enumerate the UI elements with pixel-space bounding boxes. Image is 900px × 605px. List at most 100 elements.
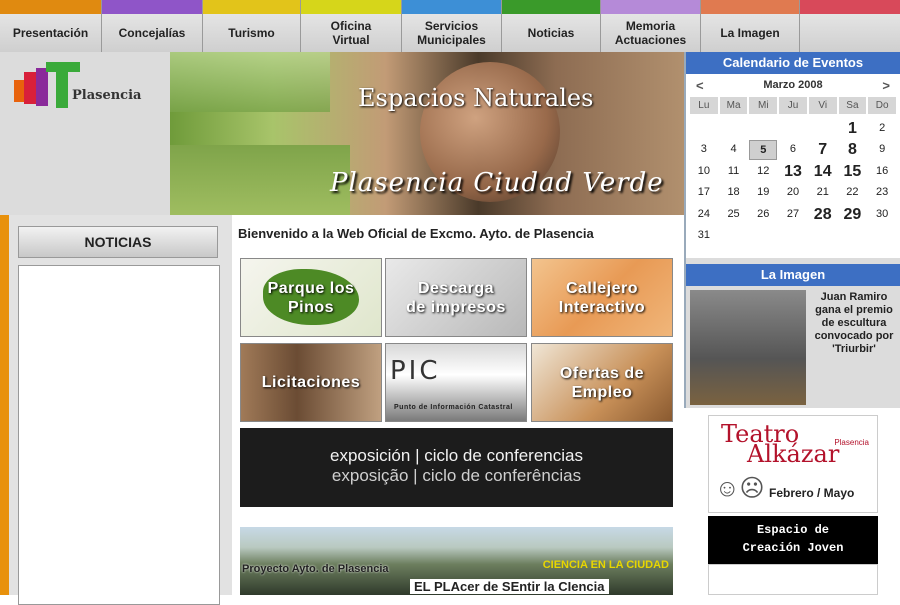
calendar-day[interactable]: 14	[809, 161, 837, 183]
calendar-day[interactable]: 2	[868, 118, 896, 140]
exposition-banner[interactable]: exposición | ciclo de conferencias expos…	[240, 428, 673, 507]
tile-descarga-impresos[interactable]: Descarga de impresos	[385, 258, 527, 337]
tile-licitaciones[interactable]: Licitaciones	[240, 343, 382, 422]
logo-text: Plasencia	[72, 88, 142, 103]
next-month-button[interactable]: >	[882, 78, 890, 93]
teatro-dates: Febrero / Mayo	[769, 486, 855, 500]
calendar-day[interactable]: 9	[868, 139, 896, 161]
ciencia-tag: CIENCIA EN LA CIUDAD	[542, 559, 669, 571]
nav-label: Noticias	[527, 26, 575, 40]
nav-color-bar	[102, 0, 202, 14]
calendar-month-bar: < Marzo 2008 >	[686, 74, 900, 96]
nav-item-turismo[interactable]: Turismo	[203, 0, 301, 52]
calendar-title: Calendario de Eventos	[686, 52, 900, 74]
calendar-day[interactable]: 13	[779, 161, 807, 183]
nav-label: Oficina Virtual	[330, 19, 372, 47]
logo[interactable]: Plasencia	[0, 52, 170, 215]
calendar-day[interactable]: 3	[690, 139, 718, 161]
banner-slogan: Plasencia Ciudad Verde	[330, 168, 664, 198]
logo-block-purple	[36, 68, 48, 106]
calendar-day[interactable]: 10	[690, 161, 718, 183]
nav-label: Presentación	[12, 26, 89, 40]
calendar-day[interactable]: 22	[839, 182, 867, 204]
calendar-day[interactable]: 7	[809, 139, 837, 161]
theater-masks-icon: ☺☹	[715, 475, 765, 502]
calendar-day[interactable]: 26	[749, 204, 777, 226]
la-imagen-panel: La Imagen Juan Ramiro gana el premio de …	[684, 258, 900, 408]
nav-color-bar	[701, 0, 799, 14]
ciencia-caption: Proyecto Ayto. de Plasencia	[242, 563, 389, 575]
calendar-day[interactable]: 5	[749, 140, 778, 160]
calendar-day[interactable]: 20	[779, 182, 807, 204]
calendar-day[interactable]: 19	[749, 182, 777, 204]
calendar-day[interactable]: 24	[690, 204, 718, 226]
espacio-line-2: Creación Joven	[742, 541, 844, 555]
calendar-day[interactable]: 1	[839, 118, 867, 140]
banner-photo-sky	[170, 52, 330, 112]
calendar-day[interactable]: 31	[690, 225, 718, 247]
header-banner: Plasencia Espacios Naturales Plasencia C…	[0, 52, 684, 215]
ciencia-banner[interactable]: Proyecto Ayto. de Plasencia CIENCIA EN L…	[240, 527, 673, 595]
welcome-heading: Bienvenido a la Web Oficial de Excmo. Ay…	[238, 226, 594, 241]
nav-item-oficina-virtual[interactable]: Oficina Virtual	[301, 0, 402, 52]
calendar-day[interactable]: 23	[868, 182, 896, 204]
tile-label: Ofertas de Empleo	[559, 364, 645, 401]
calendar-month-label: Marzo 2008	[763, 79, 823, 91]
teatro-alkazar-banner[interactable]: Teatro Alkázar Plasencia ☺☹ Febrero / Ma…	[708, 415, 878, 513]
tile-label: Callejero Interactivo	[558, 279, 646, 316]
banner-photo-grass	[170, 145, 350, 215]
calendar-day[interactable]: 16	[868, 161, 896, 183]
news-heading: NOTICIAS	[18, 226, 218, 258]
espacio-creacion-joven-banner[interactable]: Espacio de Creación Joven	[708, 516, 878, 564]
calendar-day[interactable]: 30	[868, 204, 896, 226]
tile-parque-los-pinos[interactable]: Parque los Pinos	[240, 258, 382, 337]
calendar-empty-cell	[720, 225, 748, 247]
tile-label: Licitaciones	[261, 374, 361, 391]
nav-color-bar	[502, 0, 600, 14]
calendar-day[interactable]: 17	[690, 182, 718, 204]
nav-label: Concejalías	[118, 26, 186, 40]
prev-month-button[interactable]: <	[696, 78, 704, 93]
nav-item-concejalias[interactable]: Concejalías	[102, 0, 203, 52]
nav-item-servicios-municipales[interactable]: Servicios Municipales	[402, 0, 502, 52]
la-imagen-photo[interactable]	[690, 290, 806, 405]
nav-item-noticias[interactable]: Noticias	[502, 0, 601, 52]
la-imagen-caption[interactable]: Juan Ramiro gana el premio de escultura …	[808, 291, 900, 356]
tile-ofertas-empleo[interactable]: Ofertas de Empleo	[531, 343, 673, 422]
calendar-day[interactable]: 27	[779, 204, 807, 226]
tile-callejero-interactivo[interactable]: Callejero Interactivo	[531, 258, 673, 337]
calendar-day[interactable]: 8	[839, 139, 867, 161]
tile-pic[interactable]: PIC Punto de Información Catastral	[385, 343, 527, 422]
calendar-empty-cell	[839, 225, 867, 247]
calendar-day[interactable]: 28	[809, 204, 837, 226]
calendar-empty-cell	[779, 225, 807, 247]
nav-color-bar	[0, 0, 101, 14]
calendar-day[interactable]: 15	[839, 161, 867, 183]
calendar-day[interactable]: 4	[720, 139, 748, 161]
left-accent-stripe	[0, 215, 9, 595]
tile-label: PIC	[390, 356, 441, 386]
teatro-city: Plasencia	[834, 438, 869, 447]
logo-block-green-stem	[56, 68, 68, 108]
tile-label: Descarga de impresos	[406, 279, 506, 316]
calendar-day[interactable]: 29	[839, 204, 867, 226]
nav-color-bar	[203, 0, 300, 14]
calendar-empty-cell	[868, 225, 896, 247]
nav-item-memoria-actuaciones[interactable]: Memoria Actuaciones	[601, 0, 701, 52]
calendar-day[interactable]: 21	[809, 182, 837, 204]
nav-label: La Imagen	[720, 26, 780, 40]
calendar-day[interactable]: 12	[749, 161, 777, 183]
nav-color-bar	[601, 0, 700, 14]
calendar-day[interactable]: 25	[720, 204, 748, 226]
calendar-day[interactable]: 18	[720, 182, 748, 204]
calendar-day[interactable]: 11	[720, 161, 748, 183]
tile-label: Parque los Pinos	[267, 279, 355, 316]
nav-color-bar	[402, 0, 501, 14]
nav-label: Memoria Actuaciones	[614, 19, 687, 47]
expo-line-pt: exposição | ciclo de conferências	[331, 466, 582, 485]
news-panel	[18, 265, 220, 605]
nav-item-la-imagen[interactable]: La Imagen	[701, 0, 800, 52]
nav-item-presentacion[interactable]: Presentación	[0, 0, 102, 52]
calendar-day[interactable]: 6	[779, 139, 807, 161]
calendar-empty-cell	[809, 225, 837, 247]
